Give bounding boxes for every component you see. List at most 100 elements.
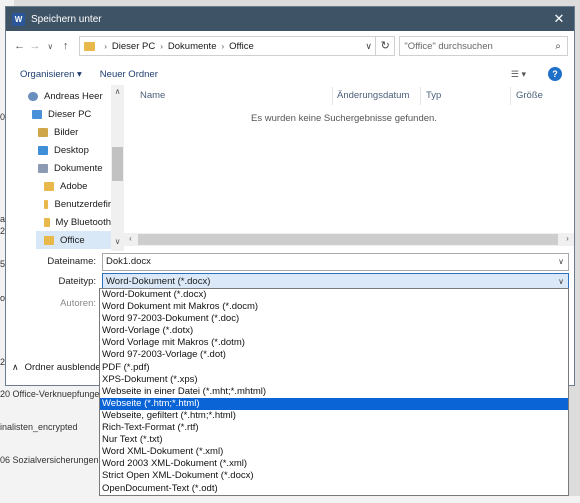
column-divider[interactable] (420, 87, 421, 105)
column-divider[interactable] (332, 87, 333, 105)
close-icon[interactable]: ✕ (544, 11, 574, 27)
breadcrumb-office[interactable]: Office (229, 41, 254, 52)
sidebar-item-custom[interactable]: Benutzerdefir (44, 195, 111, 213)
filetype-option[interactable]: Word 97-2003-Dokument (*.doc) (100, 313, 568, 325)
chevron-down-icon[interactable]: ∨ (361, 41, 375, 52)
scrollbar-thumb[interactable] (138, 234, 558, 245)
help-icon[interactable]: ? (548, 67, 562, 81)
search-input[interactable]: "Office" durchsuchen ⌕ (399, 36, 569, 56)
background-file[interactable]: inalisten_encrypted (0, 422, 78, 432)
sidebar-item-andreas-heer[interactable]: Andreas Heer (28, 87, 103, 105)
column-date[interactable]: Änderungsdatum (337, 90, 409, 101)
folder-icon (44, 217, 50, 227)
sidebar-item-label: Andreas Heer (44, 90, 103, 102)
search-placeholder: "Office" durchsuchen (404, 40, 493, 52)
scrollbar-thumb[interactable] (112, 147, 123, 181)
filetype-option[interactable]: XPS-Dokument (*.xps) (100, 374, 568, 386)
sidebar-item-label: Adobe (60, 180, 88, 192)
authors-label: Autoren: (60, 298, 96, 309)
scroll-left-icon[interactable]: ‹ (124, 234, 137, 243)
word-icon: W (12, 12, 25, 26)
column-divider[interactable] (510, 87, 511, 105)
hide-folders-toggle[interactable]: ∧ Ordner ausblenden (12, 362, 106, 373)
filetype-option[interactable]: Webseite, gefiltert (*.htm;*.html) (100, 410, 568, 422)
sidebar-item-bluetooth[interactable]: My Bluetooth (44, 213, 111, 231)
recent-locations-chevron-icon[interactable]: ∨ (43, 42, 58, 51)
breadcrumb-this-pc[interactable]: Dieser PC (112, 41, 155, 52)
filetype-option[interactable]: Nur Text (*.txt) (100, 434, 568, 446)
horizontal-scrollbar[interactable]: ‹ › (124, 233, 574, 246)
filetype-option[interactable]: PDF (*.pdf) (100, 362, 568, 374)
filetype-option[interactable]: Word Vorlage mit Makros (*.dotm) (100, 337, 568, 349)
empty-message: Es wurden keine Suchergebnisse gefunden. (251, 113, 437, 124)
sidebar-item-label: Office (60, 234, 85, 246)
sidebar-item-label: My Bluetooth (55, 216, 111, 228)
filetype-option[interactable]: OpenDocument-Text (*.odt) (100, 483, 568, 495)
sidebar-item-label: Dokumente (54, 162, 103, 174)
sidebar-item-this-pc[interactable]: Dieser PC (32, 105, 91, 123)
folder-icon (84, 41, 96, 51)
column-type[interactable]: Typ (426, 90, 441, 101)
breadcrumb-documents[interactable]: Dokumente (168, 41, 217, 52)
filetype-option[interactable]: Word 2003 XML-Dokument (*.xml) (100, 458, 568, 470)
filetype-option[interactable]: Word-Vorlage (*.dotx) (100, 325, 568, 337)
sidebar-item-desktop[interactable]: Desktop (38, 141, 89, 159)
chevron-right-icon[interactable]: › (104, 42, 107, 51)
file-list: Name Änderungsdatum Typ Größe Es wurden … (124, 85, 574, 251)
nav-scrollbar[interactable]: ∧ ∨ (111, 85, 124, 251)
refresh-icon[interactable]: ↻ (376, 36, 396, 56)
chevron-up-icon: ∧ (12, 362, 19, 372)
filename-field[interactable]: Dok1.docx ∨ (102, 253, 569, 271)
title-bar[interactable]: W Speichern unter ✕ (6, 7, 574, 31)
filetype-option-selected[interactable]: Webseite (*.htm;*.html) (100, 397, 568, 410)
window-title: Speichern unter (31, 13, 102, 25)
new-folder-button[interactable]: Neuer Ordner (100, 69, 158, 80)
column-size[interactable]: Größe (516, 90, 543, 101)
search-icon[interactable]: ⌕ (549, 41, 567, 52)
filetype-dropdown-list: Word-Dokument (*.docx) Word Dokument mit… (99, 288, 569, 496)
background-file[interactable]: 06 Sozialversicherungen (0, 455, 99, 465)
filetype-value: Word-Dokument (*.docx) (106, 276, 211, 287)
sidebar-item-pictures[interactable]: Bilder (38, 123, 78, 141)
sidebar-item-label: Dieser PC (48, 108, 92, 120)
chevron-down-icon[interactable]: ∨ (558, 254, 564, 270)
browser-area: Andreas Heer Dieser PC Bilder Desktop Do… (6, 85, 574, 251)
column-name[interactable]: Name (140, 90, 165, 101)
sidebar-item-adobe[interactable]: Adobe (44, 177, 87, 195)
address-bar[interactable]: › Dieser PC › Dokumente › Office ∨ (79, 36, 377, 56)
scroll-up-icon[interactable]: ∧ (111, 87, 124, 96)
sidebar-item-label: Desktop (54, 144, 89, 156)
back-arrow-icon[interactable]: ← (12, 40, 27, 52)
sidebar-item-label: Bilder (54, 126, 79, 138)
hide-folders-label: Ordner ausblenden (24, 362, 106, 373)
filetype-option[interactable]: Word 97-2003-Vorlage (*.dot) (100, 349, 568, 361)
sidebar-item-office[interactable]: Office (36, 231, 111, 249)
forward-arrow-icon[interactable]: → (27, 40, 42, 52)
navigation-bar: ← → ∨ ↑ › Dieser PC › Dokumente › Office… (6, 33, 574, 59)
view-options-icon[interactable]: ☰ ▾ (511, 69, 526, 80)
navigation-pane: Andreas Heer Dieser PC Bilder Desktop Do… (6, 85, 124, 251)
filetype-option[interactable]: Word Dokument mit Makros (*.docm) (100, 301, 568, 313)
folder-icon (44, 199, 49, 209)
background-file[interactable]: 20 Office-Verknuepfungen (0, 389, 104, 399)
organize-button[interactable]: Organisieren ▾ (20, 69, 82, 80)
folder-icon (44, 235, 54, 245)
documents-icon (38, 163, 48, 173)
filetype-label: Dateityp: (58, 276, 97, 287)
filename-label: Dateiname: (47, 256, 96, 267)
up-arrow-icon[interactable]: ↑ (58, 40, 73, 52)
sidebar-item-documents[interactable]: Dokumente (38, 159, 103, 177)
filetype-option[interactable]: Word-Dokument (*.docx) (100, 289, 568, 301)
command-bar: Organisieren ▾ Neuer Ordner ☰ ▾ ? (6, 61, 574, 87)
scroll-right-icon[interactable]: › (561, 234, 574, 243)
filetype-option[interactable]: Strict Open XML-Dokument (*.docx) (100, 470, 568, 482)
filename-value: Dok1.docx (106, 256, 151, 267)
column-header-row: Name Änderungsdatum Typ Größe (124, 85, 574, 107)
chevron-right-icon[interactable]: › (221, 42, 224, 51)
filetype-option[interactable]: Rich-Text-Format (*.rtf) (100, 422, 568, 434)
filetype-option[interactable]: Word XML-Dokument (*.xml) (100, 446, 568, 458)
scroll-down-icon[interactable]: ∨ (111, 237, 124, 246)
filetype-option[interactable]: Webseite in einer Datei (*.mht;*.mhtml) (100, 386, 568, 398)
pictures-icon (38, 127, 48, 137)
chevron-right-icon[interactable]: › (160, 42, 163, 51)
